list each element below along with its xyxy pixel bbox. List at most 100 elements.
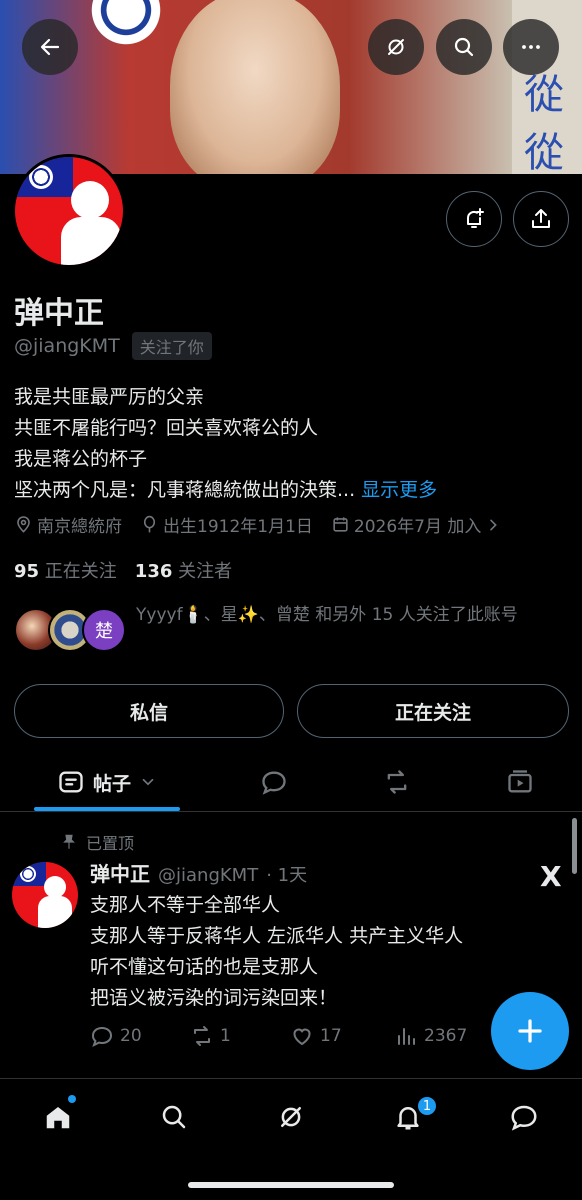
post-line: 把语义被污染的词污染回来！: [90, 987, 338, 1009]
profile-tabs: 帖子: [0, 752, 582, 812]
flag-icon: [12, 862, 46, 886]
birth-text: 出生1912年1月1日: [163, 517, 313, 537]
post-line: 听不懂这句话的也是支那人: [90, 956, 319, 978]
plus-icon: [518, 1019, 542, 1043]
chart-bars-icon: [398, 1028, 415, 1045]
x-logo-icon: X: [540, 860, 562, 893]
post-author-handle[interactable]: @jiangKMT: [158, 865, 258, 886]
back-button[interactable]: [22, 19, 78, 75]
pin-icon: [63, 834, 75, 849]
search-button[interactable]: [436, 19, 492, 75]
post-list-icon: [59, 771, 83, 793]
nav-messages[interactable]: [504, 1097, 544, 1137]
follow-counts: 95 正在关注 136 关注者: [14, 557, 232, 583]
profile-banner[interactable]: 從 從: [0, 0, 582, 174]
chevron-right-icon: [490, 519, 498, 530]
post-time: · 1天: [266, 865, 308, 886]
reply-icon: [92, 1026, 113, 1047]
profile-name: 弹中正: [14, 296, 104, 331]
bell-plus-icon: [467, 208, 484, 228]
following-count: 95: [14, 561, 40, 582]
post-header: 弹中正 @jiangKMT · 1天: [90, 858, 307, 887]
post-avatar[interactable]: [12, 862, 78, 928]
post-author-name[interactable]: 弹中正: [90, 858, 150, 887]
banner-flag-sun: [86, 0, 166, 50]
home-unread-dot: [68, 1095, 76, 1103]
joined-item[interactable]: 2026年7月 加入: [331, 512, 501, 537]
avatar-head: [44, 876, 66, 898]
post-text[interactable]: 支那人不等于全部华人 支那人等于反蒋华人 左派华人 共产主义华人 听不懂这句话的…: [90, 890, 463, 1014]
tab-posts[interactable]: 帖子: [34, 752, 180, 812]
followers-count-link[interactable]: 136 关注者: [135, 557, 232, 583]
nav-grok[interactable]: [271, 1097, 311, 1137]
following-label: 正在关注: [44, 561, 117, 582]
follower-avatar: 楚: [82, 608, 126, 652]
bio-line: 坚决两个凡是：凡事蒋總統做出的決策...: [14, 479, 356, 501]
more-icon: [522, 45, 540, 49]
joined-text: 2026年7月 加入: [353, 517, 482, 537]
post-actions: 20 1 17 2367: [90, 1024, 510, 1054]
compose-button[interactable]: [491, 992, 569, 1070]
handle-row: @jiangKMT 关注了你: [14, 332, 212, 360]
calendar-icon: [333, 517, 348, 532]
tab-posts-label: 帖子: [92, 772, 131, 795]
followers-label: 关注者: [178, 561, 233, 582]
heart-icon: [293, 1028, 311, 1046]
like-count: 17: [320, 1026, 342, 1046]
avatar-body: [61, 217, 121, 265]
nav-search[interactable]: [154, 1097, 194, 1137]
share-icon: [532, 209, 550, 228]
view-count: 2367: [424, 1026, 468, 1046]
notification-badge: 1: [416, 1095, 438, 1117]
birth-item: 出生1912年1月1日: [140, 512, 313, 537]
bio-line-last: 坚决两个凡是：凡事蒋總統做出的決策... 显示更多: [14, 475, 570, 506]
location-item: 南京總統府: [14, 512, 122, 537]
grok-button[interactable]: [368, 19, 424, 75]
balloon-icon: [143, 515, 156, 533]
follows-you-badge: 关注了你: [131, 332, 212, 360]
repost-icon: [194, 1026, 210, 1046]
nav-home[interactable]: [38, 1097, 78, 1137]
chat-bubble-icon: [511, 1105, 537, 1131]
notify-button[interactable]: [446, 191, 502, 247]
avatar-body: [38, 896, 72, 928]
chevron-down-icon: [142, 778, 154, 786]
repost-button[interactable]: 1: [190, 1024, 231, 1048]
known-followers[interactable]: 楚 Yyyyf🕯️、星✨、曾楚 和另外 15 人关注了此账号: [14, 604, 570, 660]
pinned-text: 已置顶: [86, 834, 135, 853]
bio-line: 我是共匪最严厉的父亲: [14, 386, 205, 408]
tab-replies[interactable]: [244, 752, 304, 812]
post-line: 支那人不等于全部华人: [90, 894, 281, 916]
reply-icon: [262, 771, 286, 795]
share-button[interactable]: [513, 191, 569, 247]
search-icon: [454, 37, 474, 57]
scrollbar[interactable]: [572, 818, 577, 874]
bio-line: 共匪不屠能行吗？回关喜欢蒋公的人: [14, 417, 319, 439]
tab-media[interactable]: [490, 752, 550, 812]
repost-icon: [387, 770, 407, 794]
profile-meta: 南京總統府 出生1912年1月1日 2026年7月 加入: [14, 512, 501, 537]
message-button[interactable]: 私信: [14, 684, 284, 738]
tab-reposts[interactable]: [367, 752, 427, 812]
show-more-link[interactable]: 显示更多: [361, 479, 437, 501]
following-count-link[interactable]: 95 正在关注: [14, 557, 117, 583]
post-line: 支那人等于反蒋华人 左派华人 共产主义华人: [90, 925, 464, 947]
bio-line: 我是蒋公的杯子: [14, 448, 148, 470]
banner-portrait: [170, 0, 340, 174]
profile-handle: @jiangKMT: [14, 335, 120, 357]
reply-button[interactable]: 20: [90, 1024, 142, 1048]
followers-count: 136: [134, 561, 173, 582]
more-button[interactable]: [503, 19, 559, 75]
profile-bio: 我是共匪最严厉的父亲 共匪不屠能行吗？回关喜欢蒋公的人 我是蒋公的杯子 坚决两个…: [14, 382, 570, 506]
avatar-head: [71, 181, 109, 219]
video-icon: [508, 770, 532, 793]
search-icon: [162, 1105, 186, 1129]
reply-count: 20: [120, 1026, 142, 1046]
profile-avatar[interactable]: [12, 154, 126, 268]
views-button[interactable]: 2367: [394, 1024, 467, 1048]
like-button[interactable]: 17: [290, 1024, 342, 1048]
location-text: 南京總統府: [37, 517, 122, 537]
following-button[interactable]: 正在关注: [297, 684, 569, 738]
home-indicator: [188, 1182, 394, 1188]
active-tab-indicator: [34, 807, 180, 811]
